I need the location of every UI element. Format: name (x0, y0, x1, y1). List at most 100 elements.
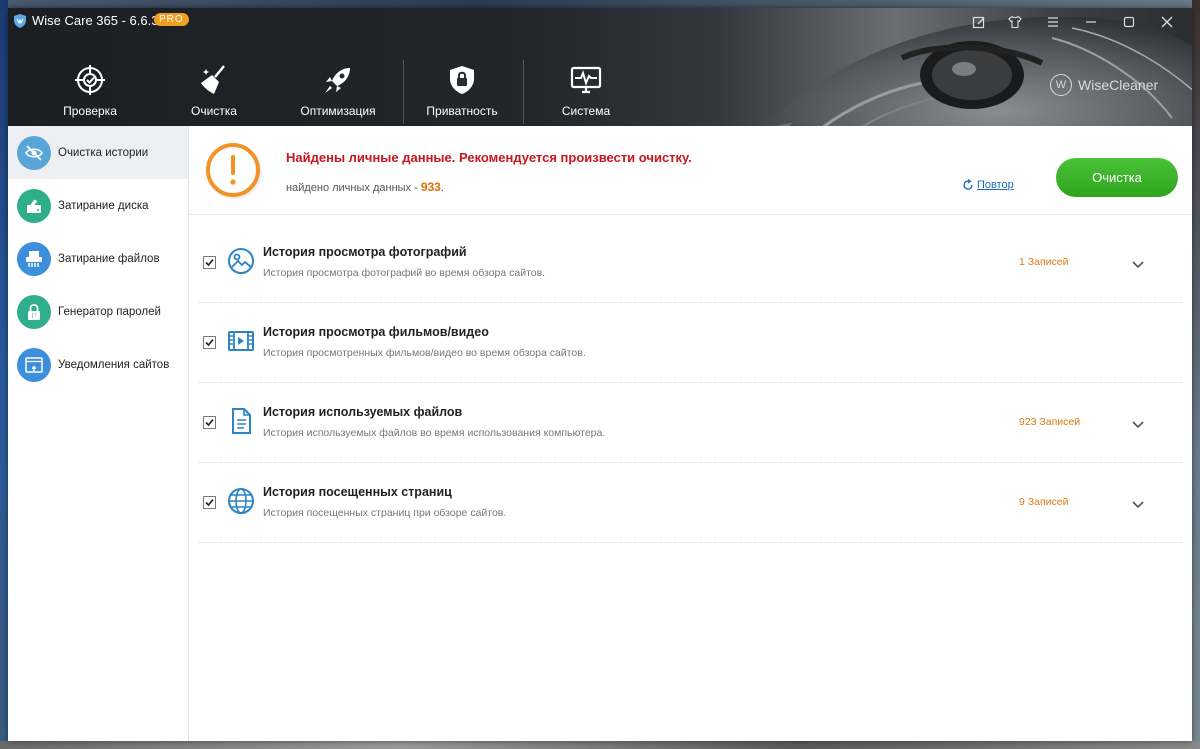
edit-icon (972, 16, 985, 29)
minimize-icon (1086, 21, 1096, 23)
sidebar-icon-badge (17, 135, 51, 170)
row-record-count: 9 Записей (1019, 496, 1069, 508)
maximize-icon (1123, 16, 1135, 28)
sidebar-item-label: Генератор паролей (58, 305, 161, 318)
list-item[interactable]: История просмотра фотографий История про… (189, 223, 1192, 303)
row-checkbox[interactable] (203, 496, 216, 509)
nav-label: Проверка (63, 104, 117, 118)
lock-shield-icon (450, 66, 474, 94)
menu-button[interactable] (1044, 13, 1062, 31)
nav-tab-privacy[interactable]: Приватность (402, 58, 522, 126)
target-icon (75, 65, 105, 95)
found-count: 933 (420, 180, 441, 194)
found-suffix: . (440, 182, 444, 194)
alert-title: Найдены личные данные. Рекомендуется про… (286, 150, 692, 165)
nav-label: Приватность (426, 104, 498, 118)
sidebar-icon-badge (17, 188, 51, 223)
sidebar: Очистка истории Затирание диска Затирани… (8, 126, 189, 741)
pro-badge: PRO (154, 13, 189, 26)
sidebar-icon-badge (17, 347, 51, 382)
document-icon (232, 408, 251, 434)
hamburger-menu-icon (1048, 17, 1058, 27)
list-item[interactable]: История просмотра фильмов/видео История … (189, 303, 1192, 383)
retry-link[interactable]: Повтор (962, 179, 1014, 191)
photo-icon (228, 248, 254, 274)
clean-button[interactable]: Очистка (1056, 158, 1178, 197)
app-window: Wise Care 365 - 6.6.3 PRO Проверка Очист… (8, 8, 1192, 741)
broom-icon (201, 65, 225, 94)
close-button[interactable] (1158, 13, 1176, 31)
desktop-left-edge (0, 0, 8, 749)
sidebar-item-history-clean[interactable]: Очистка истории (8, 126, 188, 179)
checkmark-icon (205, 418, 214, 427)
tshirt-icon (1008, 15, 1022, 29)
sidebar-item-password-generator[interactable]: Генератор паролей (8, 285, 188, 338)
row-checkbox[interactable] (203, 416, 216, 429)
row-checkbox[interactable] (203, 336, 216, 349)
scan-result-banner: Найдены личные данные. Рекомендуется про… (189, 126, 1192, 215)
row-title: История посещенных страниц (263, 485, 452, 499)
wisecleaner-logo[interactable]: W WiseCleaner (1050, 74, 1158, 96)
chevron-down-icon[interactable] (1131, 420, 1145, 430)
disk-eraser-icon (27, 197, 41, 213)
main-nav: Проверка Очистка Оптимизация Приватность… (8, 58, 648, 126)
row-description: История используемых файлов во время исп… (263, 427, 606, 439)
feedback-button[interactable] (970, 13, 988, 31)
found-label: найдено личных данных - (286, 182, 418, 194)
sidebar-item-label: Очистка истории (58, 146, 149, 159)
sidebar-item-label: Уведомления сайтов (58, 358, 170, 371)
sidebar-icon-badge (17, 294, 51, 329)
monitor-pulse-icon (570, 66, 602, 94)
nav-tab-clean[interactable]: Очистка (154, 58, 274, 126)
row-title: История просмотра фотографий (263, 245, 467, 259)
close-icon (1161, 16, 1173, 28)
main-panel: Найдены личные данные. Рекомендуется про… (189, 126, 1192, 741)
list-item[interactable]: История используемых файлов История испо… (189, 383, 1192, 463)
nav-tab-optimize[interactable]: Оптимизация (278, 58, 398, 126)
shredder-icon (26, 250, 42, 267)
maximize-button[interactable] (1120, 13, 1138, 31)
nav-tab-check[interactable]: Проверка (30, 58, 150, 126)
row-description: История просмотренных фильмов/видео во в… (263, 347, 586, 359)
alert-subtitle: найдено личных данных - 933. (286, 180, 444, 194)
retry-label: Повтор (977, 179, 1014, 191)
brand-name: WiseCleaner (1078, 77, 1159, 93)
rocket-icon (325, 68, 350, 93)
row-divider (199, 542, 1182, 543)
row-checkbox[interactable] (203, 256, 216, 269)
refresh-icon (963, 179, 973, 190)
list-item[interactable]: История посещенных страниц История посещ… (189, 463, 1192, 543)
sidebar-item-disk-eraser[interactable]: Затирание диска (8, 179, 188, 232)
chevron-down-icon[interactable] (1131, 500, 1145, 510)
nav-tab-system[interactable]: Система (526, 58, 646, 126)
sidebar-icon-badge (17, 241, 51, 276)
checkmark-icon (205, 338, 214, 347)
checkmark-icon (205, 258, 214, 267)
checkmark-icon (205, 498, 214, 507)
browser-bell-icon (25, 356, 43, 373)
title-bar[interactable]: Wise Care 365 - 6.6.3 PRO (8, 8, 1192, 36)
sidebar-item-label: Затирание диска (58, 199, 149, 212)
sidebar-item-site-notifications[interactable]: Уведомления сайтов (8, 338, 188, 391)
password-lock-icon (28, 303, 40, 320)
nav-label: Оптимизация (300, 104, 376, 118)
warning-exclamation-icon (206, 143, 262, 199)
nav-divider (523, 60, 524, 124)
row-title: История используемых файлов (263, 405, 463, 419)
skin-button[interactable] (1006, 13, 1024, 31)
sidebar-item-label: Затирание файлов (58, 252, 160, 265)
nav-label: Очистка (191, 104, 237, 118)
row-description: История просмотра фотографий во время об… (263, 267, 546, 279)
app-title: Wise Care 365 - 6.6.3 (32, 13, 159, 28)
globe-icon (228, 488, 254, 514)
chevron-down-icon[interactable] (1131, 260, 1145, 270)
desktop-bottom-edge (0, 741, 1200, 749)
sidebar-item-file-shredder[interactable]: Затирание файлов (8, 232, 188, 285)
row-description: История посещенных страниц при обзоре са… (263, 507, 507, 519)
row-record-count: 1 Записей (1019, 256, 1069, 268)
app-logo-icon (14, 14, 26, 28)
row-record-count: 923 Записей (1019, 416, 1081, 428)
minimize-button[interactable] (1082, 13, 1100, 31)
film-icon (228, 331, 254, 351)
app-header: Wise Care 365 - 6.6.3 PRO Проверка Очист… (8, 8, 1192, 126)
